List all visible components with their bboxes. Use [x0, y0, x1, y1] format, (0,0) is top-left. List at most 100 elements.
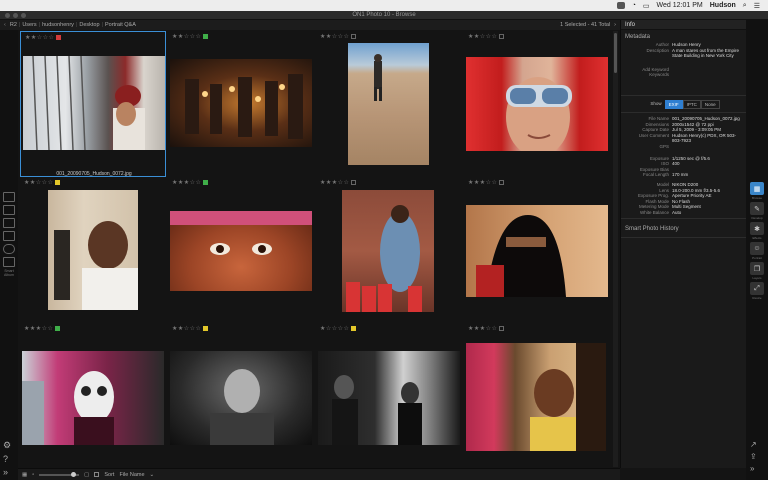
thumbnail-image[interactable]: [466, 343, 606, 451]
thumbnail-cell[interactable]: ★☆☆☆☆: [316, 323, 462, 469]
layers-module-icon[interactable]: ❐: [750, 262, 764, 275]
thumbnail-image[interactable]: [466, 57, 608, 151]
color-label[interactable]: [56, 35, 62, 40]
sort-select[interactable]: File Name: [119, 472, 144, 478]
color-label[interactable]: [351, 180, 357, 185]
close-window-button[interactable]: [5, 13, 10, 18]
metadata-section-title[interactable]: Metadata: [621, 30, 746, 42]
color-label[interactable]: [351, 34, 357, 39]
grid-view-icon[interactable]: ▦: [22, 472, 27, 478]
back-chevron-icon[interactable]: ‹: [4, 22, 6, 28]
thumbnail-image[interactable]: [23, 56, 165, 150]
filter-checkbox[interactable]: [94, 472, 100, 477]
star-rating[interactable]: ★★☆☆☆: [172, 33, 209, 40]
breadcrumb-item[interactable]: Desktop: [79, 22, 99, 28]
star-rating[interactable]: ★★★☆☆: [468, 179, 505, 186]
breadcrumb-item[interactable]: Portrait Q&A: [105, 22, 136, 28]
color-label[interactable]: [351, 326, 357, 331]
thumbnail-size-slider[interactable]: [39, 471, 80, 477]
thumbnail-cell[interactable]: ★★☆☆☆: [168, 323, 314, 469]
color-label[interactable]: [203, 34, 209, 39]
share-icon[interactable]: ↗: [750, 440, 757, 449]
computer-icon[interactable]: [3, 192, 15, 202]
notification-icon[interactable]: ☰: [754, 2, 760, 10]
thumbnail-cell[interactable]: ★★☆☆☆: [464, 31, 610, 177]
star-rating[interactable]: ★★★☆☆: [468, 325, 505, 332]
forward-chevron-icon[interactable]: ›: [614, 22, 616, 28]
expand-panel-icon[interactable]: »: [3, 467, 11, 477]
scrollbar-thumb[interactable]: [614, 33, 617, 73]
panel-header[interactable]: Info: [621, 20, 746, 30]
camera-icon[interactable]: [3, 205, 15, 215]
grid-scrollbar[interactable]: [613, 31, 618, 467]
slider-knob[interactable]: [70, 471, 76, 477]
wifi-icon[interactable]: ◔: [632, 2, 636, 9]
browse-module-icon[interactable]: ▦: [750, 182, 764, 195]
drive-icon[interactable]: [3, 231, 15, 241]
thumbnail-cell[interactable]: ★★★☆☆: [168, 177, 314, 323]
thumbnail-cell[interactable]: ★★☆☆☆: [20, 177, 166, 323]
large-thumb-icon[interactable]: ▢: [84, 472, 89, 478]
breadcrumb-item[interactable]: hudsonhenry: [42, 22, 74, 28]
star-rating[interactable]: ★★☆☆☆: [25, 34, 62, 41]
cloud-icon[interactable]: [3, 244, 15, 254]
export-icon[interactable]: ⇪: [750, 452, 757, 461]
toggle-none[interactable]: None: [700, 99, 720, 109]
color-label[interactable]: [203, 326, 209, 331]
thumbnail-image[interactable]: [318, 351, 460, 445]
toggle-exif[interactable]: EXIF: [664, 99, 683, 109]
chevron-down-icon[interactable]: ⌄: [150, 472, 155, 478]
spotlight-icon[interactable]: ⌕: [743, 2, 747, 10]
star-rating[interactable]: ★☆☆☆☆: [320, 325, 357, 332]
color-label[interactable]: [499, 34, 505, 39]
thumbnail-cell[interactable]: ★★★☆☆: [464, 177, 610, 323]
color-label[interactable]: [499, 326, 505, 331]
settings-gear-icon[interactable]: ⚙: [3, 440, 11, 451]
star-rating[interactable]: ★★★☆☆: [172, 179, 209, 186]
star-rating[interactable]: ★★☆☆☆: [468, 33, 505, 40]
thumbnail-image[interactable]: [22, 351, 164, 445]
effects-module-icon[interactable]: ✱: [750, 222, 764, 235]
collapse-panel-icon[interactable]: »: [750, 464, 757, 473]
star-rating[interactable]: ★★☆☆☆: [320, 33, 357, 40]
thumbnail-image[interactable]: [466, 205, 608, 297]
minimize-window-button[interactable]: [13, 13, 18, 18]
metadata-row: Description A man stares out from the Emp…: [646, 47, 740, 59]
breadcrumb-item[interactable]: R2: [10, 22, 17, 28]
color-label[interactable]: [499, 180, 505, 185]
star-rating[interactable]: ★★☆☆☆: [24, 179, 61, 186]
star-rating[interactable]: ★★☆☆☆: [172, 325, 209, 332]
color-label[interactable]: [55, 180, 61, 185]
thumbnail-image[interactable]: [170, 351, 312, 445]
thumbnail-image[interactable]: [342, 190, 434, 312]
develop-module-icon[interactable]: ✎: [750, 202, 764, 215]
zoom-window-button[interactable]: [21, 13, 26, 18]
smart-photo-history[interactable]: Smart Photo History: [621, 222, 746, 234]
thumbnail-cell[interactable]: ★★☆☆☆ 001_20090705_Hudson_0072.jpg: [20, 31, 166, 177]
system-status-icon[interactable]: [616, 2, 625, 9]
album-icon[interactable]: [3, 257, 15, 267]
folder-icon[interactable]: [3, 218, 15, 228]
thumbnail-cell[interactable]: ★★★☆☆: [464, 323, 610, 469]
thumbnail-image[interactable]: [348, 43, 429, 165]
portrait-module-icon[interactable]: ☺: [750, 242, 764, 255]
thumbnail-image[interactable]: [170, 59, 312, 147]
thumbnail-cell[interactable]: ★★☆☆☆: [316, 31, 462, 177]
star-rating[interactable]: ★★★☆☆: [320, 179, 357, 186]
thumbnail-image[interactable]: [170, 211, 312, 291]
color-label[interactable]: [203, 180, 209, 185]
thumbnail-image[interactable]: [48, 190, 138, 310]
battery-icon[interactable]: ▭: [643, 2, 650, 10]
thumbnail-cell[interactable]: ★★★☆☆: [316, 177, 462, 323]
small-thumb-icon[interactable]: ▫: [32, 472, 34, 478]
color-label[interactable]: [55, 326, 61, 331]
breadcrumb-item[interactable]: Users: [22, 22, 36, 28]
resize-module-icon[interactable]: ⤢: [750, 282, 764, 295]
user-name[interactable]: Hudson: [710, 2, 736, 9]
thumbnail-cell[interactable]: ★★★☆☆: [20, 323, 166, 469]
toggle-iptc[interactable]: IPTC: [682, 99, 701, 109]
thumbnail-cell[interactable]: ★★☆☆☆: [168, 31, 314, 177]
help-icon[interactable]: ?: [3, 454, 11, 464]
clock[interactable]: Wed 12:01 PM: [657, 2, 703, 9]
star-rating[interactable]: ★★★☆☆: [24, 325, 61, 332]
